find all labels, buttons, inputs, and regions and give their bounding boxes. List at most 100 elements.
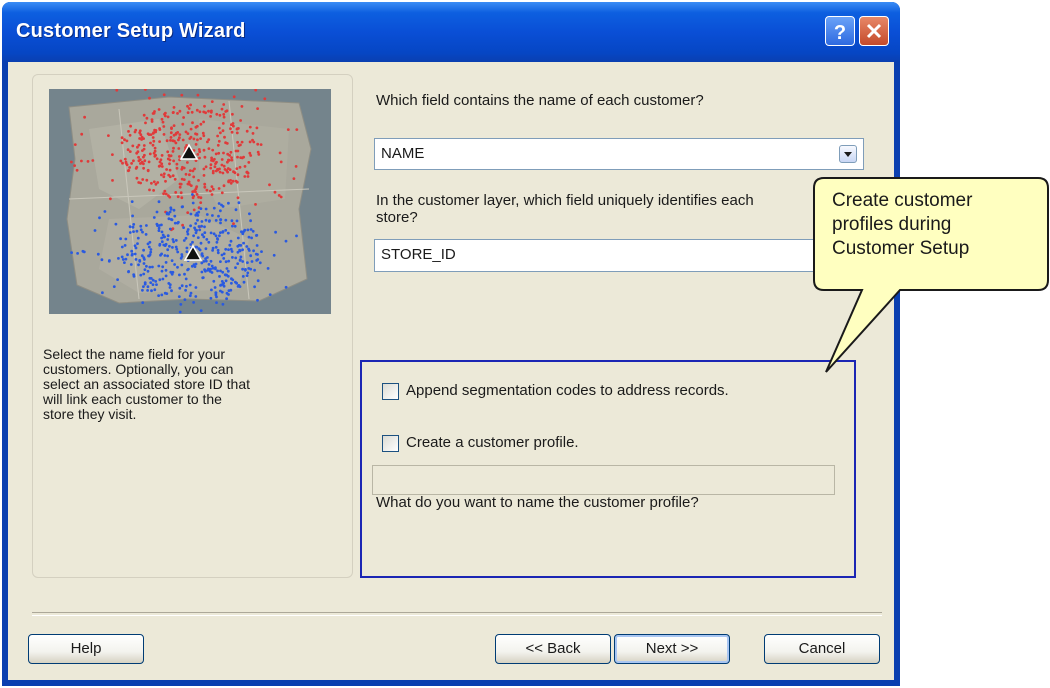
customer-dot	[220, 158, 224, 161]
customer-dot	[294, 165, 298, 168]
customer-dot	[220, 280, 224, 283]
customer-dot	[227, 180, 231, 184]
customer-dot	[236, 155, 239, 159]
customer-dot	[172, 159, 175, 163]
customer-dot	[200, 252, 204, 256]
customer-dot	[231, 256, 234, 259]
customer-dot	[210, 288, 213, 292]
callout-text: Create customer profiles during Customer…	[832, 190, 973, 259]
customer-dot	[160, 154, 164, 157]
customer-dot	[162, 175, 166, 179]
customer-dot	[278, 151, 282, 155]
customer-dot	[179, 182, 183, 186]
customer-dot	[116, 278, 119, 281]
customer-dot	[218, 113, 222, 117]
help-button[interactable]: Help	[28, 634, 144, 664]
customer-dot	[133, 252, 137, 256]
customer-dot	[161, 120, 165, 124]
customer-dot	[184, 130, 188, 134]
customer-dot	[149, 281, 153, 284]
customer-dot	[142, 144, 146, 147]
customer-dot	[175, 162, 179, 166]
customer-dot	[176, 250, 180, 254]
customer-dot	[239, 119, 243, 122]
customer-dot	[179, 256, 183, 260]
customer-dot	[142, 113, 146, 117]
customer-dot	[220, 191, 224, 195]
customer-dot	[147, 245, 151, 249]
customer-dot	[241, 260, 245, 263]
customer-dot	[134, 246, 138, 250]
left-info-panel: Select the name field for your customers…	[32, 74, 353, 578]
customer-dot	[129, 263, 133, 266]
name-field-dropdown[interactable]: NAME	[374, 138, 864, 170]
customer-dot	[198, 110, 202, 114]
customer-dot	[255, 233, 259, 237]
customer-dot	[171, 246, 174, 249]
customer-dot	[120, 255, 124, 259]
customer-dot	[284, 239, 288, 243]
customer-dot	[251, 132, 255, 135]
customer-dot	[163, 189, 167, 193]
customer-dot	[243, 175, 247, 178]
append-codes-checkbox[interactable]	[382, 383, 399, 400]
customer-dot	[224, 260, 228, 264]
back-button[interactable]: << Back	[495, 634, 611, 664]
customer-dot	[107, 259, 111, 263]
customer-dot	[222, 115, 226, 119]
customer-dot	[245, 170, 249, 174]
next-button[interactable]: Next >>	[614, 634, 730, 664]
customer-dot	[189, 243, 193, 246]
customer-dot	[188, 283, 192, 287]
customer-dot	[142, 248, 145, 252]
customer-dot	[131, 225, 135, 229]
customer-dot	[166, 254, 169, 258]
customer-dot	[266, 267, 270, 270]
store-field-dropdown[interactable]: STORE_ID	[374, 239, 864, 272]
cancel-button[interactable]: Cancel	[764, 634, 880, 664]
customer-dot	[171, 150, 175, 153]
customer-dot	[93, 229, 97, 232]
customer-dot	[136, 150, 140, 154]
customer-dot	[181, 122, 185, 126]
customer-dot	[179, 191, 183, 195]
customer-dot	[182, 166, 186, 170]
customer-dot	[229, 127, 232, 131]
customer-dot	[211, 169, 215, 173]
title-bar[interactable]: Customer Setup Wizard ?	[2, 2, 900, 62]
customer-dot	[217, 187, 221, 190]
help-title-button[interactable]: ?	[825, 16, 855, 46]
create-profile-label[interactable]: Create a customer profile.	[406, 434, 579, 451]
close-button[interactable]	[859, 16, 889, 46]
customer-dot	[194, 295, 198, 298]
customer-dot	[119, 237, 122, 241]
customer-dot	[120, 141, 124, 145]
customer-dot	[189, 135, 193, 139]
customer-dot	[157, 294, 160, 297]
customer-dot	[174, 191, 178, 194]
customer-dot	[245, 274, 249, 277]
customer-dot	[200, 270, 204, 274]
customer-dot	[194, 222, 198, 225]
customer-dot	[229, 288, 233, 292]
customer-dot	[186, 232, 190, 236]
customer-dot	[249, 228, 253, 231]
append-codes-label[interactable]: Append segmentation codes to address rec…	[406, 382, 729, 399]
customer-dot	[220, 290, 224, 294]
customer-dot	[186, 230, 189, 234]
customer-dot	[140, 254, 144, 258]
customer-dot	[211, 214, 214, 217]
customer-dot	[178, 133, 182, 136]
profile-name-input[interactable]	[372, 465, 835, 495]
customer-dot	[163, 112, 166, 116]
customer-dot	[172, 208, 176, 212]
customer-dot	[120, 136, 124, 140]
dropdown-button[interactable]	[839, 145, 857, 163]
create-profile-checkbox[interactable]	[382, 435, 399, 452]
customer-dot	[216, 269, 220, 273]
customer-dot	[144, 121, 147, 125]
customer-dot	[227, 158, 230, 162]
customer-dot	[155, 157, 159, 161]
customer-dot	[188, 183, 192, 186]
customer-dot	[222, 151, 225, 155]
